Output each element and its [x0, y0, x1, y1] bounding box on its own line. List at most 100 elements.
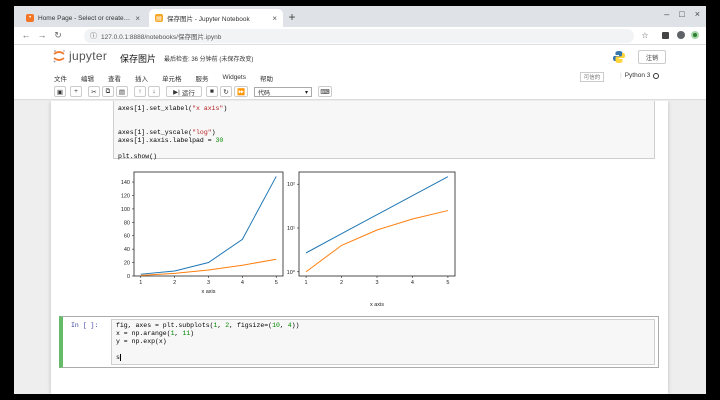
menu-item-cell[interactable]: 单元格 — [162, 73, 182, 83]
forward-icon[interactable]: → — [36, 30, 48, 40]
cut-icon[interactable]: ✂ — [88, 86, 100, 97]
close-icon[interactable]: × — [135, 14, 140, 23]
navigation-bar: ← → ↻ ⓘ 127.0.0.1:8888/notebooks/保存图片.ip… — [14, 27, 706, 45]
cell-output: 1 2 3 4 5 0 20 40 60 80 100 120 140 x axis 1 2 3 4 5 10⁰ 10¹… — [113, 163, 563, 313]
bookmark-star-icon[interactable]: ☆ — [640, 30, 650, 40]
y-tick-label: 40 — [124, 247, 130, 253]
extension-icon[interactable] — [660, 30, 670, 40]
run-label: 运行 — [181, 89, 195, 97]
move-down-icon[interactable]: ↓ — [148, 86, 160, 97]
y-tick-label: 10² — [287, 182, 295, 188]
notebook-favicon-icon: ▤ — [155, 14, 163, 22]
code-line: s — [116, 354, 121, 362]
browser-window: • Home Page - Select or create a noteboo… — [14, 6, 706, 394]
tab-strip: • Home Page - Select or create a noteboo… — [14, 6, 706, 27]
menu-item-insert[interactable]: 插入 — [135, 73, 148, 83]
x-tick-label: 3 — [375, 280, 378, 286]
active-code-cell[interactable]: In [ ]: fig, axes = plt.subplots(1, 2, f… — [59, 316, 659, 368]
menu-item-help[interactable]: 帮助 — [260, 73, 273, 83]
axes-frame — [133, 171, 284, 277]
logout-button[interactable]: 注销 — [638, 50, 666, 64]
code-cell-editor[interactable]: axes[1].set_xlabel("x axis") axes[1].set_… — [113, 101, 655, 160]
x-tick-label: 4 — [411, 280, 414, 286]
code-line: axes[1].xaxis.labelpad = 30 — [118, 137, 224, 144]
run-button[interactable]: ▶| 运行 — [166, 86, 202, 97]
jupyter-header: jupyter 保存图片 最后检查: 36 分钟前 (未保存改变) 注销 — [14, 45, 706, 71]
copy-icon[interactable]: ⧉ — [102, 86, 114, 97]
status-icon[interactable] — [690, 30, 700, 40]
jupyter-logo[interactable]: jupyter — [52, 49, 107, 63]
menu-item-view[interactable]: 查看 — [108, 73, 121, 83]
output-figure: 1 2 3 4 5 0 20 40 60 80 100 120 140 x axis 1 2 3 4 5 10⁰ 10¹… — [121, 171, 456, 308]
notebook-page: axes[1].set_xlabel("x axis") axes[1].set_… — [51, 101, 668, 394]
code-line: plt.show() — [118, 153, 158, 160]
stop-icon[interactable]: ■ — [206, 86, 218, 97]
tab-home[interactable]: • Home Page - Select or create a noteboo… — [20, 9, 146, 27]
y-tick-label: 80 — [124, 220, 130, 226]
y-tick-label: 120 — [121, 193, 130, 199]
profile-icon[interactable] — [676, 30, 686, 40]
restart-icon[interactable]: ↻ — [220, 86, 232, 97]
cell-type-value: 代码 — [258, 90, 271, 97]
move-up-icon[interactable]: ↑ — [134, 86, 146, 97]
kernel-indicator: | Python 3 — [620, 72, 660, 79]
code-line: axes[1].set_yscale("log") — [118, 129, 216, 136]
jupyter-favicon-icon: • — [26, 14, 34, 22]
x-axis-label: x axis — [201, 289, 215, 295]
y-tick-label: 60 — [124, 234, 130, 240]
x-tick-label: 2 — [173, 280, 176, 286]
cell-type-select[interactable]: 代码 ▾ — [254, 87, 312, 97]
python-logo-icon — [612, 50, 626, 64]
cell-prompt: In [ ]: — [71, 322, 99, 329]
restart-run-all-icon[interactable]: ⏩ — [234, 86, 248, 97]
url-text: 127.0.0.1:8888/notebooks/保存图片.ipynb — [101, 34, 222, 41]
notebook-name[interactable]: 保存图片 — [120, 52, 156, 65]
y-tick-label: 20 — [124, 261, 130, 267]
kernel-name: Python 3 — [624, 72, 651, 79]
command-palette-icon[interactable]: ⌨ — [318, 86, 332, 97]
reload-icon[interactable]: ↻ — [52, 30, 64, 41]
y-tick-label: 100 — [121, 207, 130, 213]
menu-item-file[interactable]: 文件 — [54, 73, 67, 83]
close-icon[interactable]: × — [272, 14, 277, 23]
window-controls: – □ × — [664, 9, 700, 19]
jupyter-logo-icon — [52, 49, 66, 63]
code-line: y = np.exp(x) — [116, 338, 167, 345]
kernel-idle-icon — [653, 72, 660, 79]
x-axis-label: x axis — [370, 302, 384, 308]
menu-item-edit[interactable]: 编辑 — [81, 73, 94, 83]
notebook-area: axes[1].set_xlabel("x axis") axes[1].set_… — [14, 101, 706, 394]
x-tick-label: 1 — [305, 280, 308, 286]
trusted-badge[interactable]: 可信的 — [580, 72, 604, 82]
menu-bar: 文件 编辑 查看 插入 单元格 服务 Widgets 帮助 可信的 | Pyth… — [14, 71, 706, 84]
minimize-icon[interactable]: – — [664, 9, 669, 19]
menu-item-widgets[interactable]: Widgets — [223, 74, 246, 81]
save-icon[interactable]: ▣ — [54, 86, 66, 97]
divider: | — [620, 72, 622, 79]
back-icon[interactable]: ← — [20, 30, 32, 40]
run-icon: ▶| — [173, 88, 180, 96]
y-tick-label: 140 — [121, 180, 130, 186]
y-tick-label: 0 — [127, 274, 130, 280]
info-icon[interactable]: ⓘ — [90, 31, 97, 41]
tab-title: Home Page - Select or create a notebook — [38, 14, 131, 22]
address-bar[interactable]: ⓘ 127.0.0.1:8888/notebooks/保存图片.ipynb — [84, 29, 634, 43]
code-line: fig, axes = plt.subplots(1, 2, figsize=(… — [116, 322, 300, 329]
insert-cell-icon[interactable]: + — [70, 86, 82, 97]
x-tick-label: 5 — [275, 280, 278, 286]
y-tick-label: 10¹ — [287, 226, 295, 232]
new-tab-button[interactable]: + — [285, 10, 299, 24]
jupyter-wordmark: jupyter — [69, 49, 108, 63]
checkpoint-status: 最后检查: 36 分钟前 (未保存改变) — [164, 57, 254, 63]
tab-notebook[interactable]: ▤ 保存图片 - Jupyter Notebook × — [149, 9, 283, 27]
maximize-icon[interactable]: □ — [679, 9, 684, 19]
menu-item-kernel[interactable]: 服务 — [196, 73, 209, 83]
close-window-icon[interactable]: × — [695, 9, 700, 19]
paste-icon[interactable]: ▤ — [116, 86, 128, 97]
x-tick-label: 5 — [446, 280, 449, 286]
code-cell-editor[interactable]: fig, axes = plt.subplots(1, 2, figsize=(… — [111, 319, 655, 365]
x-tick-label: 1 — [139, 280, 142, 286]
